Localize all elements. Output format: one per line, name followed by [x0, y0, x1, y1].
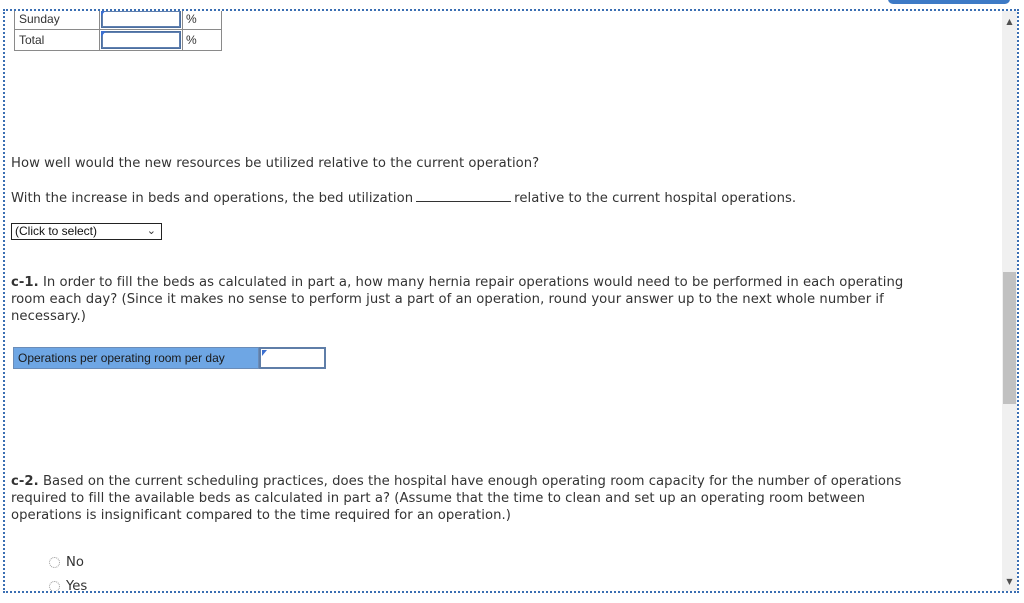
flag-icon	[262, 350, 267, 356]
flag-icon	[101, 31, 106, 37]
percentage-table: Sunday % Total %	[14, 11, 222, 51]
scrollbar-thumb[interactable]	[1003, 272, 1016, 404]
operations-input-label: Operations per operating room per day	[13, 347, 259, 369]
question-c1: c-1. In order to fill the beds as calcul…	[11, 274, 911, 325]
question-content: Sunday % Total % How well would the new …	[5, 11, 1005, 591]
radio-button[interactable]	[49, 581, 60, 591]
percentage-input-cell[interactable]	[99, 29, 183, 51]
question-c1-label: c-1.	[11, 275, 39, 290]
question-c2-label: c-2.	[11, 474, 39, 489]
radio-button[interactable]	[49, 557, 60, 568]
question-c2-text: Based on the current scheduling practice…	[11, 474, 902, 523]
question-frame: Sunday % Total % How well would the new …	[3, 9, 1019, 593]
vertical-scrollbar[interactable]: ▲ ▼	[1002, 11, 1017, 591]
radio-option-yes[interactable]: Yes	[49, 579, 88, 593]
utilization-sentence: With the increase in beds and operations…	[11, 189, 796, 207]
sunday-percentage-input[interactable]	[101, 11, 181, 28]
flag-icon	[101, 11, 106, 16]
utilization-select[interactable]: (Click to select) ⌄	[11, 223, 162, 240]
sentence-before: With the increase in beds and operations…	[11, 191, 414, 206]
unit-label: %	[182, 11, 222, 30]
question-c2: c-2. Based on the current scheduling pra…	[11, 473, 911, 524]
sentence-after: relative to the current hospital operati…	[514, 191, 797, 206]
row-label: Sunday	[14, 11, 100, 30]
scroll-down-icon[interactable]: ▼	[1002, 574, 1017, 589]
blank-line	[416, 189, 512, 202]
chevron-down-icon: ⌄	[146, 225, 156, 237]
scroll-up-icon[interactable]: ▲	[1002, 14, 1017, 29]
total-percentage-input[interactable]	[101, 31, 181, 49]
radio-label: No	[66, 555, 84, 570]
radio-label: Yes	[66, 579, 88, 593]
unit-label: %	[182, 29, 222, 51]
table-row: Sunday %	[14, 11, 222, 30]
table-row: Total %	[14, 29, 222, 51]
row-label: Total	[14, 29, 100, 51]
top-action-button[interactable]	[888, 0, 1010, 4]
radio-option-no[interactable]: No	[49, 555, 84, 570]
question-c1-text: In order to fill the beds as calculated …	[11, 275, 904, 324]
select-value: (Click to select)	[15, 224, 98, 238]
operations-per-room-input[interactable]	[259, 347, 326, 369]
percentage-input-cell[interactable]	[99, 11, 183, 30]
operations-input-row: Operations per operating room per day	[13, 347, 326, 369]
utilization-question: How well would the new resources be util…	[11, 156, 540, 171]
